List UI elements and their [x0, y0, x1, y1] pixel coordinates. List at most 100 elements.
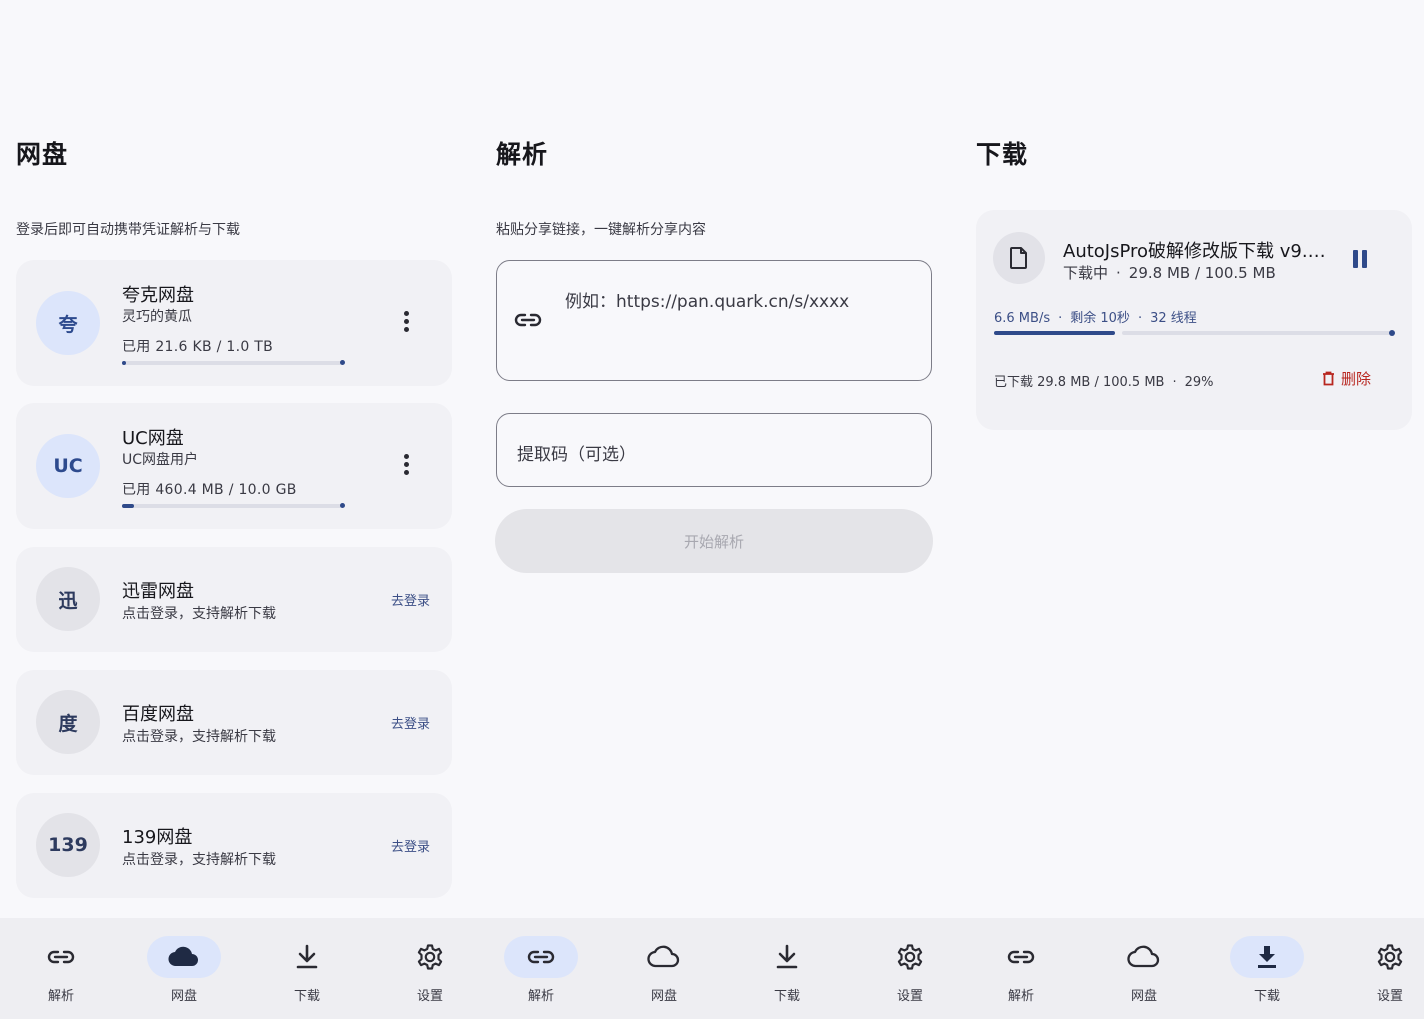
download-status-line: 下载中 · 29.8 MB / 100.5 MB	[1063, 264, 1276, 282]
link-icon	[24, 936, 98, 978]
nav-item-download[interactable]: 下载	[246, 918, 366, 1019]
extract-code-input[interactable]: 提取码（可选）	[496, 413, 932, 487]
avatar: UC	[36, 434, 100, 498]
start-parse-button[interactable]: 开始解析	[495, 509, 933, 573]
netdisk-panel: 网盘 登录后即可自动携带凭证解析与下载 夸 夸克网盘 灵巧的黄瓜 已用 21.6…	[8, 0, 456, 918]
pause-icon[interactable]	[1353, 250, 1371, 270]
progress-end-dot	[1389, 330, 1395, 336]
provider-card-xunlei[interactable]: 迅 迅雷网盘 点击登录，支持解析下载 去登录	[16, 547, 452, 652]
file-icon	[993, 232, 1045, 284]
nav-item-gear[interactable]: 设置	[1329, 918, 1424, 1019]
download-icon	[750, 936, 824, 978]
more-vert-icon[interactable]	[402, 454, 410, 478]
download-panel: 下载 AutoJsPro破解修改版下载 v9.3.11 下载中 · 29.8 MB …	[968, 0, 1416, 918]
download-summary: 已下载 29.8 MB / 100.5 MB · 29%	[994, 375, 1214, 390]
account-card-uc[interactable]: UC UC网盘 UC网盘用户 已用 460.4 MB / 10.0 GB	[16, 403, 452, 529]
account-user: 灵巧的黄瓜	[122, 309, 192, 325]
nav-item-gear[interactable]: 设置	[369, 918, 489, 1019]
download-task-card[interactable]: AutoJsPro破解修改版下载 v9.3.11 下载中 · 29.8 MB / 1…	[976, 210, 1412, 430]
download-icon	[1230, 936, 1304, 978]
provider-name: 139网盘	[122, 827, 193, 848]
account-name: UC网盘	[122, 428, 184, 449]
nav-label: 设置	[416, 989, 443, 1004]
nav-item-gear[interactable]: 设置	[849, 918, 969, 1019]
nav-label: 下载	[773, 989, 800, 1004]
download-progress-bar	[994, 330, 1395, 336]
provider-hint: 点击登录，支持解析下载	[122, 729, 276, 745]
nav-item-cloud[interactable]: 网盘	[1083, 918, 1203, 1019]
page-title: 网盘	[16, 140, 69, 169]
more-vert-icon[interactable]	[402, 311, 410, 335]
cloud-icon	[627, 936, 701, 978]
avatar: 夸	[36, 291, 100, 355]
link-icon	[984, 936, 1058, 978]
nav-label: 网盘	[170, 989, 197, 1004]
account-usage: 已用 21.6 KB / 1.0 TB	[122, 339, 274, 355]
download-percent: 29%	[1184, 375, 1214, 390]
download-meta: 6.6 MB/s · 剩余 10秒 · 32 线程	[994, 311, 1197, 326]
nav-label: 设置	[896, 989, 923, 1004]
nav-item-link[interactable]: 解析	[960, 918, 1080, 1019]
gear-icon	[393, 936, 467, 978]
nav-item-link[interactable]: 解析	[480, 918, 600, 1019]
nav-label: 下载	[1253, 989, 1280, 1004]
bottom-navigation: 解析 网盘 下载 设置 解析 网盘 下载 设置 解析 网盘 下载 设置	[0, 918, 1424, 1019]
share-link-placeholder: 例如：https://pan.quark.cn/s/xxxx	[565, 292, 850, 312]
quota-bar	[122, 360, 345, 365]
cloud-icon	[1107, 936, 1181, 978]
account-usage: 已用 460.4 MB / 10.0 GB	[122, 482, 297, 498]
page-subtitle: 粘贴分享链接，一键解析分享内容	[496, 222, 706, 238]
download-remaining: 剩余 10秒	[1070, 311, 1130, 326]
download-status: 下载中	[1063, 264, 1109, 282]
trash-icon	[1323, 371, 1334, 386]
quota-fill	[122, 361, 126, 365]
login-button[interactable]: 去登录	[391, 713, 430, 732]
delete-button[interactable]: 删除	[1322, 368, 1371, 389]
page-subtitle: 登录后即可自动携带凭证解析与下载	[16, 222, 240, 238]
download-file-name: AutoJsPro破解修改版下载 v9.3.11	[1063, 241, 1335, 262]
nav-item-link[interactable]: 解析	[0, 918, 120, 1019]
nav-label: 下载	[293, 989, 320, 1004]
account-card-quark[interactable]: 夸 夸克网盘 灵巧的黄瓜 已用 21.6 KB / 1.0 TB	[16, 260, 452, 386]
progress-fill	[994, 331, 1115, 335]
nav-item-download[interactable]: 下载	[1206, 918, 1326, 1019]
download-downloaded: 已下载 29.8 MB / 100.5 MB	[994, 375, 1165, 390]
account-name: 夸克网盘	[122, 285, 194, 306]
cloud-icon	[147, 936, 221, 978]
quota-fill	[122, 504, 134, 508]
delete-label: 删除	[1341, 370, 1372, 388]
provider-name: 百度网盘	[122, 704, 194, 725]
nav-label: 解析	[1007, 989, 1034, 1004]
login-button[interactable]: 去登录	[391, 590, 430, 609]
download-speed: 6.6 MB/s	[994, 311, 1051, 326]
nav-label: 设置	[1376, 989, 1403, 1004]
gear-icon	[873, 936, 947, 978]
nav-item-cloud[interactable]: 网盘	[603, 918, 723, 1019]
account-user: UC网盘用户	[122, 452, 199, 468]
provider-hint: 点击登录，支持解析下载	[122, 606, 276, 622]
download-icon	[270, 936, 344, 978]
share-link-input[interactable]: 例如：https://pan.quark.cn/s/xxxx	[496, 260, 932, 381]
gear-icon	[1353, 936, 1424, 978]
provider-card-139[interactable]: 139 139网盘 点击登录，支持解析下载 去登录	[16, 793, 452, 898]
quota-bar	[122, 503, 345, 508]
quota-end-dot	[340, 360, 345, 365]
download-threads: 32 线程	[1150, 311, 1197, 326]
nav-label: 解析	[527, 989, 554, 1004]
provider-name: 迅雷网盘	[122, 581, 194, 602]
parse-panel: 解析 粘贴分享链接，一键解析分享内容 例如：https://pan.quark.…	[488, 0, 936, 918]
avatar: 迅	[36, 567, 100, 631]
quota-end-dot	[340, 503, 345, 508]
avatar: 度	[36, 690, 100, 754]
login-button[interactable]: 去登录	[391, 836, 430, 855]
avatar: 139	[36, 813, 100, 877]
provider-hint: 点击登录，支持解析下载	[122, 852, 276, 868]
provider-card-baidu[interactable]: 度 百度网盘 点击登录，支持解析下载 去登录	[16, 670, 452, 775]
nav-item-cloud[interactable]: 网盘	[123, 918, 243, 1019]
nav-label: 解析	[47, 989, 74, 1004]
link-icon	[514, 313, 542, 327]
nav-item-download[interactable]: 下载	[726, 918, 846, 1019]
link-icon	[504, 936, 578, 978]
extract-code-placeholder: 提取码（可选）	[517, 445, 636, 465]
download-size: 29.8 MB / 100.5 MB	[1128, 264, 1276, 282]
